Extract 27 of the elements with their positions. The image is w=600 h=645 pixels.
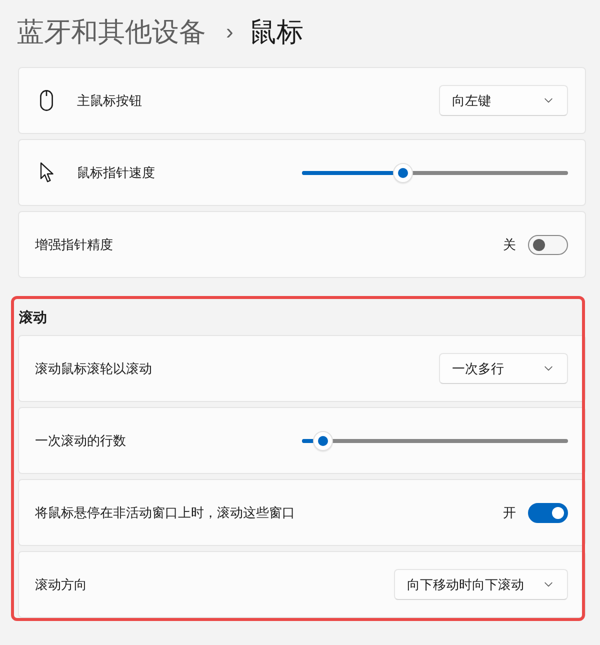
page-title: 鼠标 [249, 16, 304, 49]
cursor-icon [40, 162, 55, 183]
toggle-switch[interactable] [528, 502, 568, 522]
setting-label: 一次滚动的行数 [35, 432, 127, 450]
breadcrumb-separator: › [226, 21, 234, 43]
setting-label: 主鼠标按钮 [77, 92, 143, 110]
chevron-down-icon [544, 98, 553, 103]
setting-label: 鼠标指针速度 [77, 164, 156, 182]
slider-thumb[interactable] [313, 430, 334, 450]
chevron-down-icon [544, 366, 553, 371]
setting-label: 滚动鼠标滚轮以滚动 [35, 360, 153, 378]
setting-label: 滚动方向 [35, 576, 88, 594]
setting-label: 增强指针精度 [35, 236, 114, 254]
slider-track[interactable] [302, 162, 568, 182]
dropdown[interactable]: 一次多行 [439, 353, 568, 384]
toggle-state-label: 开 [503, 504, 516, 522]
mouse-icon [40, 90, 53, 111]
setting-label: 将鼠标悬停在非活动窗口上时，滚动这些窗口 [35, 504, 296, 522]
toggle-switch[interactable] [528, 234, 568, 254]
toggle-state-label: 关 [503, 236, 516, 254]
chevron-down-icon [544, 582, 553, 587]
section-heading: 滚动 [18, 308, 48, 327]
breadcrumb-link[interactable]: 蓝牙和其他设备 [17, 14, 206, 50]
dropdown[interactable]: 向左键 [439, 85, 568, 116]
slider-track[interactable] [302, 430, 568, 450]
slider-thumb[interactable] [393, 162, 414, 182]
dropdown[interactable]: 向下移动时向下滚动 [394, 569, 568, 600]
